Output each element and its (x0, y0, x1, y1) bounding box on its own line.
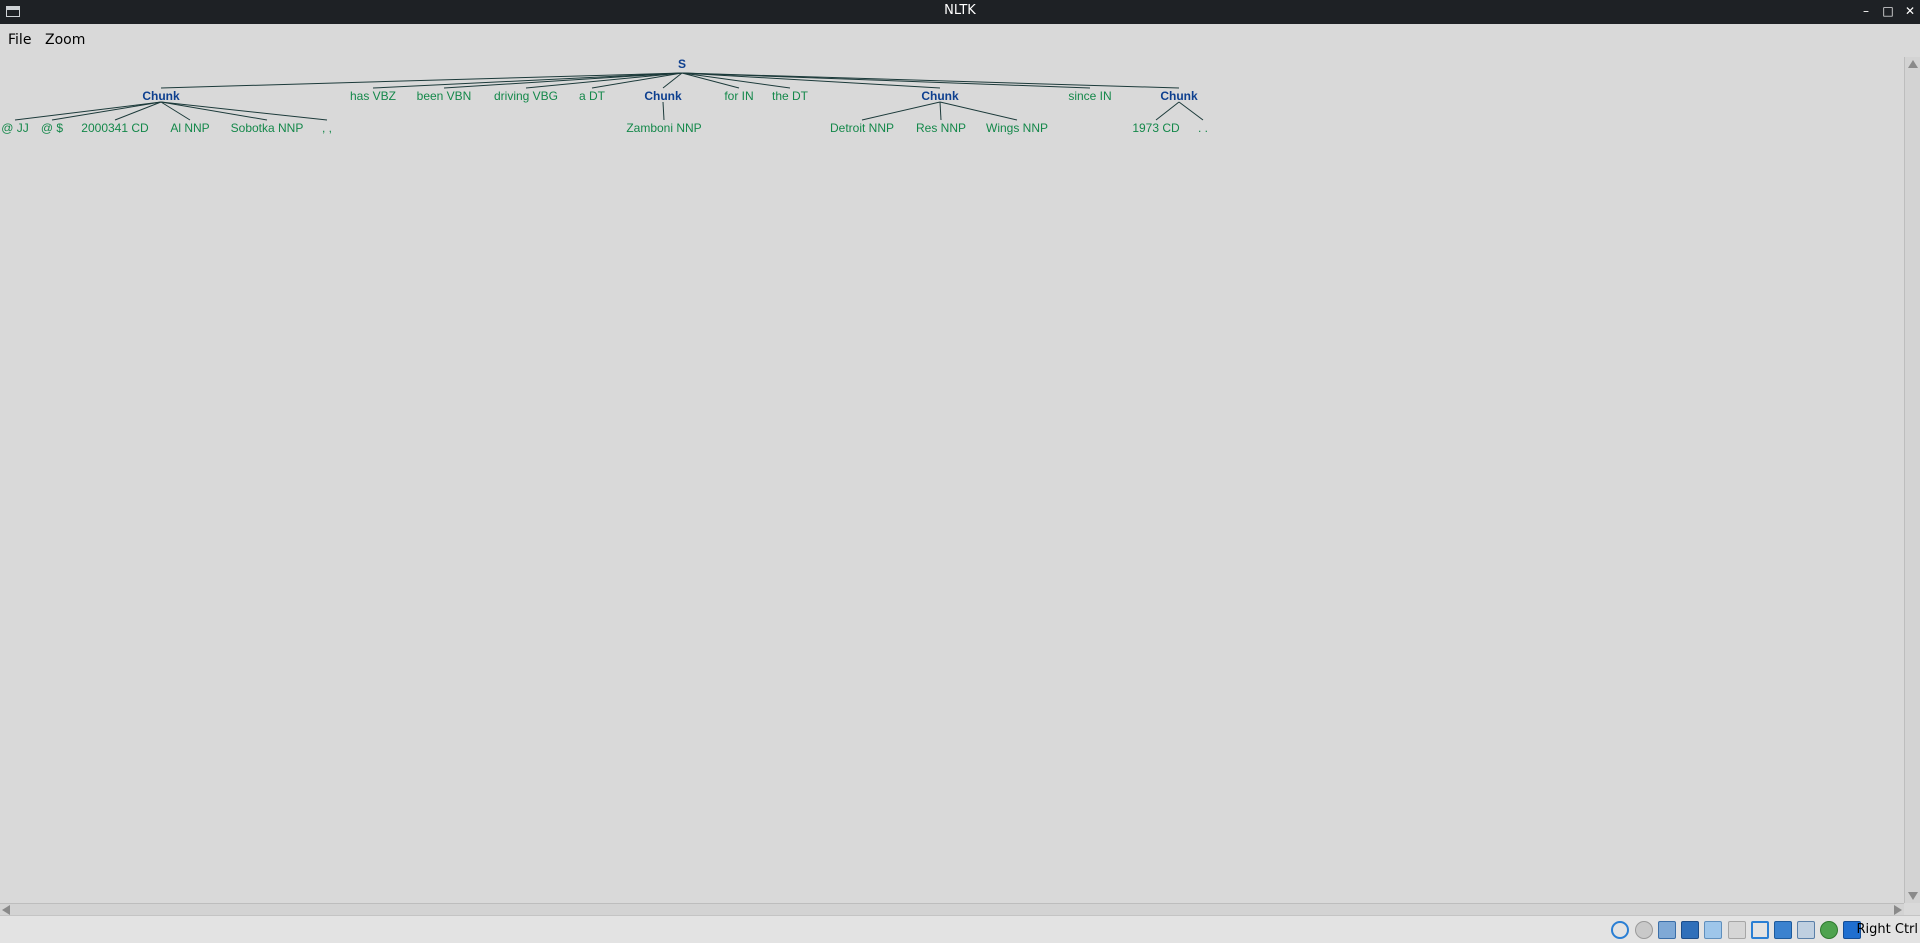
tree-leaf[interactable]: since IN (1068, 89, 1111, 103)
mouse-integration-icon[interactable] (1820, 921, 1838, 939)
scroll-up-icon[interactable] (1908, 60, 1918, 68)
tree-leaf[interactable]: Res NNP (916, 121, 966, 135)
hdd-icon[interactable] (1611, 921, 1629, 939)
tree-canvas[interactable]: S Chunk @ JJ @ $ 2000341 CD Al NNP Sobotka NNP… (0, 57, 1904, 903)
minimize-icon[interactable]: – (1858, 3, 1874, 19)
tree-leaf[interactable]: driving VBG (494, 89, 558, 103)
scroll-left-icon[interactable] (2, 905, 10, 915)
optical-disk-icon[interactable] (1635, 921, 1653, 939)
vm-status-bar: Right Ctrl (0, 915, 1920, 943)
vertical-scrollbar[interactable] (1904, 57, 1920, 903)
maximize-icon[interactable]: □ (1880, 3, 1896, 19)
audio-icon[interactable] (1658, 921, 1676, 939)
menu-bar: File Zoom (0, 24, 1920, 58)
menu-zoom-label: Zoom (45, 32, 86, 48)
tree-leaf[interactable]: @ JJ (1, 121, 29, 135)
horizontal-scrollbar[interactable] (0, 903, 1904, 915)
tree-leaf[interactable]: @ $ (41, 121, 63, 135)
tree-leaf[interactable]: been VBN (417, 89, 472, 103)
tree-leaf[interactable]: Al NNP (170, 121, 209, 135)
scroll-right-icon[interactable] (1894, 905, 1902, 915)
tree-leaf[interactable]: Sobotka NNP (231, 121, 304, 135)
tree-leaf[interactable]: a DT (579, 89, 605, 103)
menu-file-label: File (8, 32, 32, 48)
tree-root-node[interactable]: S (678, 57, 686, 71)
tree-leaf[interactable]: has VBZ (350, 89, 396, 103)
window-title: NLTK (944, 3, 976, 18)
tree-chunk-node[interactable]: Chunk (921, 89, 958, 103)
scroll-down-icon[interactable] (1908, 892, 1918, 900)
scroll-corner (1904, 903, 1920, 915)
recording-icon[interactable] (1774, 921, 1792, 939)
menu-zoom[interactable]: Zoom (45, 32, 85, 48)
host-key-label: Right Ctrl (1856, 922, 1919, 937)
menu-file[interactable]: File (8, 32, 31, 48)
close-icon[interactable]: ✕ (1902, 3, 1918, 19)
tree-leaf[interactable]: for IN (724, 89, 753, 103)
network-icon[interactable] (1681, 921, 1699, 939)
title-bar: NLTK – □ ✕ (0, 0, 1920, 24)
usb-icon[interactable] (1704, 921, 1722, 939)
tree-leaf[interactable]: 2000341 CD (81, 121, 148, 135)
tree-leaf[interactable]: . . (1198, 121, 1208, 135)
tree-chunk-node[interactable]: Chunk (644, 89, 681, 103)
tree-leaf[interactable]: Zamboni NNP (626, 121, 701, 135)
tree-lines (14, 72, 1204, 121)
tree-leaf[interactable]: Wings NNP (986, 121, 1048, 135)
tree-leaf[interactable]: , , (322, 121, 332, 135)
shared-folder-icon[interactable] (1728, 921, 1746, 939)
display-icon[interactable] (1751, 921, 1769, 939)
tree-chunk-node[interactable]: Chunk (142, 89, 179, 103)
tree-leaf[interactable]: 1973 CD (1132, 121, 1179, 135)
tree-chunk-node[interactable]: Chunk (1160, 89, 1197, 103)
tree-leaf[interactable]: the DT (772, 89, 808, 103)
tree-leaf[interactable]: Detroit NNP (830, 121, 894, 135)
cpu-icon[interactable] (1797, 921, 1815, 939)
